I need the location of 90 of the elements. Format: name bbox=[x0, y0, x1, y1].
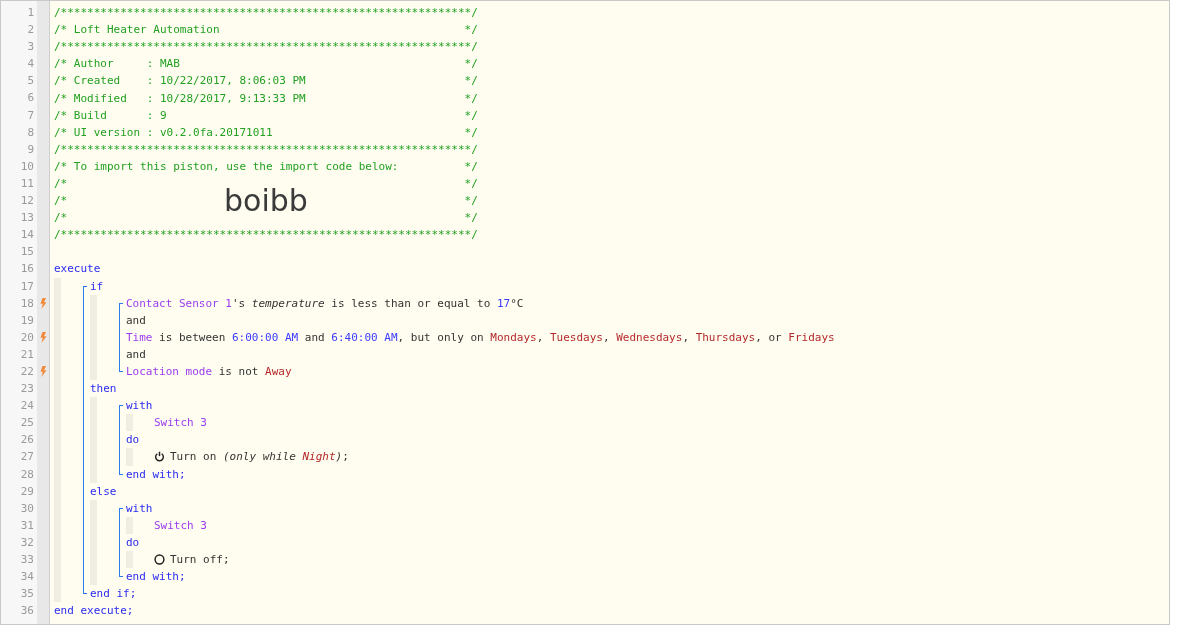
code-line: else bbox=[90, 484, 117, 498]
line-number: 23 bbox=[19, 381, 35, 398]
line-number: 15 bbox=[19, 244, 35, 261]
comment-text: /* bbox=[54, 194, 68, 208]
comment-text: */ bbox=[464, 74, 478, 88]
lightning-icon bbox=[39, 366, 47, 377]
comment-text: /* Loft Heater Automation bbox=[54, 23, 220, 37]
comment-text: /**************************************************************/ bbox=[54, 6, 478, 20]
comment-text: /**************************************************************/ bbox=[54, 40, 478, 54]
code-line: Contact Sensor 1's temperature is less than or equal to 17°C bbox=[126, 296, 524, 310]
code-line: and bbox=[126, 347, 146, 361]
line-number: 27 bbox=[19, 449, 35, 466]
code-line: Switch 3 bbox=[154, 416, 207, 430]
code-line: and bbox=[126, 313, 146, 327]
comment-text: /* Author : MAB bbox=[54, 57, 180, 71]
code-line: then bbox=[90, 382, 117, 396]
line-number: 28 bbox=[19, 466, 35, 483]
line-number: 9 bbox=[26, 141, 35, 158]
code-line: end with; bbox=[126, 467, 186, 481]
line-number: 7 bbox=[26, 107, 35, 124]
comment-text: /**************************************************************/ bbox=[54, 142, 478, 156]
code-line: end with; bbox=[126, 570, 186, 584]
code-line: do bbox=[126, 535, 140, 549]
line-number: 31 bbox=[19, 517, 35, 534]
block-bracket bbox=[119, 405, 123, 475]
line-number: 18 bbox=[19, 295, 35, 312]
code-line: if bbox=[90, 279, 104, 293]
line-number: 25 bbox=[19, 415, 35, 432]
line-number: 29 bbox=[19, 483, 35, 500]
block-bracket bbox=[119, 507, 123, 578]
comment-text: */ bbox=[464, 125, 478, 139]
comment-text: */ bbox=[464, 23, 478, 37]
line-number: 16 bbox=[19, 261, 35, 278]
code-line: Location mode is not Away bbox=[126, 365, 292, 378]
line-number: 8 bbox=[26, 124, 35, 141]
code-line: with bbox=[126, 501, 153, 515]
lightning-icon bbox=[39, 331, 47, 343]
comment-text: /* UI version : v0.2.0fa.20171011 bbox=[54, 125, 273, 139]
line-number: 12 bbox=[19, 193, 35, 210]
code-line: with bbox=[126, 399, 153, 413]
line-number: 17 bbox=[19, 278, 35, 295]
code-line: do bbox=[126, 433, 140, 447]
line-number: 33 bbox=[19, 552, 35, 568]
comment-text: /* To import this piston, use the import code below: bbox=[54, 159, 399, 173]
comment-text: /* bbox=[54, 177, 68, 190]
comment-text: /**************************************************************/ bbox=[54, 228, 478, 242]
line-number: 5 bbox=[26, 73, 35, 90]
line-number: 14 bbox=[19, 227, 35, 244]
comment-text: */ bbox=[464, 57, 478, 71]
comment-text: /* Modified : 10/28/2017, 9:13:33 PM bbox=[54, 91, 306, 105]
line-number: 36 bbox=[19, 603, 35, 620]
comment-text: /* Build : 9 bbox=[54, 108, 167, 122]
code-line: Switch 3 bbox=[154, 518, 207, 532]
line-number: 30 bbox=[19, 500, 35, 517]
line-number: 10 bbox=[19, 158, 35, 175]
comment-text: */ bbox=[464, 194, 478, 208]
line-number: 11 bbox=[19, 175, 35, 192]
comment-text: */ bbox=[464, 211, 478, 225]
line-number: 6 bbox=[26, 90, 35, 107]
line-number: 21 bbox=[19, 346, 35, 363]
comment-text: /* Created : 10/22/2017, 8:06:03 PM bbox=[54, 74, 306, 88]
comment-text: */ bbox=[464, 91, 478, 105]
line-number: 32 bbox=[19, 534, 35, 551]
code-line: Turn off; bbox=[170, 553, 230, 567]
line-number: 3 bbox=[26, 39, 35, 56]
line-number: 4 bbox=[26, 56, 35, 73]
code-line: Time is between 6:00:00 AM and 6:40:00 AM, but only on Mondays, Tuesdays, Wednesdays, Thursdays, or Fridays bbox=[126, 330, 835, 344]
line-number: 1 bbox=[26, 5, 35, 21]
comment-text: */ bbox=[464, 159, 478, 173]
power-icon bbox=[154, 451, 165, 463]
line-number: 20 bbox=[19, 329, 35, 346]
comment-text: */ bbox=[464, 108, 478, 122]
line-number: 24 bbox=[19, 398, 35, 415]
line-number: 35 bbox=[19, 586, 35, 603]
code-line: end execute; bbox=[54, 604, 134, 618]
comment-text: /* bbox=[54, 211, 68, 225]
line-number: 26 bbox=[19, 432, 35, 449]
block-bracket bbox=[119, 302, 123, 373]
line-number: 22 bbox=[19, 363, 35, 380]
circle-icon bbox=[154, 554, 165, 566]
code-line: Turn on (only while Night); bbox=[170, 450, 349, 464]
comment-text: */ bbox=[464, 177, 478, 190]
code-line: execute bbox=[54, 262, 101, 276]
line-number: 19 bbox=[19, 312, 35, 329]
line-number: 13 bbox=[19, 210, 35, 227]
lightning-icon bbox=[39, 297, 47, 309]
line-number: 2 bbox=[26, 22, 35, 39]
line-number: 34 bbox=[19, 569, 35, 586]
code-line: end if; bbox=[90, 587, 137, 601]
import-code: boibb bbox=[224, 182, 308, 221]
